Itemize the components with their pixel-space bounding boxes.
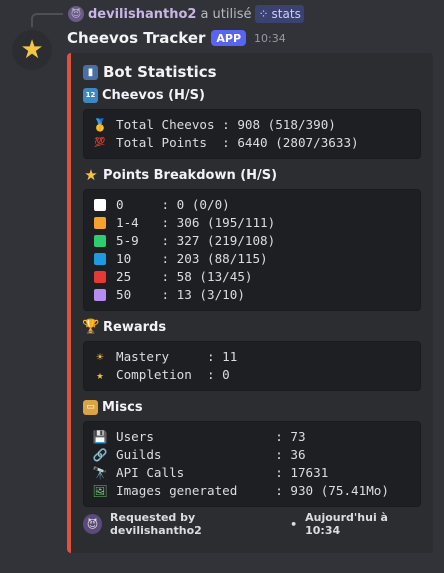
picture-icon: 🖼 xyxy=(92,484,108,498)
embed-title: ▮ Bot Statistics xyxy=(83,61,421,83)
points-row: 0 : 0 (0/0) xyxy=(92,196,412,214)
star-icon: ★ xyxy=(96,368,104,382)
cheevos-row-total: 🥇 Total Cheevos : 908 (518/390) xyxy=(92,116,412,134)
points-row: 25 : 58 (13/45) xyxy=(92,268,412,286)
reply-username[interactable]: devilishantho2 xyxy=(88,7,196,22)
points-row-text: 5-9 : 327 (219/108) xyxy=(116,233,276,248)
rewards-title-text: Rewards xyxy=(103,319,167,335)
miscs-row-users: 💾 Users : 73 xyxy=(92,428,412,446)
points-title-text: Points Breakdown (H/S) xyxy=(103,167,278,183)
purple-square-icon xyxy=(92,288,108,302)
cheevos-section-title: 12 Cheevos (H/S) xyxy=(83,85,421,105)
orange-square-icon xyxy=(92,216,108,230)
points-row: 1-4 : 306 (195/111) xyxy=(92,214,412,232)
miscs-row-text: API Calls : 17631 xyxy=(116,465,329,480)
miscs-row-api: 🔭 API Calls : 17631 xyxy=(92,464,412,482)
card-box-icon: ▭ xyxy=(83,399,98,415)
points-row-text: 1-4 : 306 (195/111) xyxy=(116,215,276,230)
points-row-text: 50 : 13 (3/10) xyxy=(116,287,245,302)
miscs-section-title: ▭ Miscs xyxy=(83,397,421,417)
rewards-row-text: Completion : 0 xyxy=(116,367,230,382)
miscs-row-text: Guilds : 36 xyxy=(116,447,306,462)
rewards-row-text: Mastery : 11 xyxy=(116,349,238,364)
white-square-icon xyxy=(92,198,108,212)
green-square-icon xyxy=(92,234,108,248)
embed-title-text: Bot Statistics xyxy=(103,63,217,81)
trophy-icon: 🏆 xyxy=(82,319,100,335)
reply-reference[interactable]: 😈 devilishantho2 a utilisé ⁘ stats xyxy=(30,4,304,24)
telescope-icon: 🔭 xyxy=(92,466,108,480)
rewards-row-mastery: ☀ Mastery : 11 xyxy=(92,348,412,366)
message-timestamp[interactable]: 10:34 xyxy=(254,32,286,45)
miscs-row-text: Images generated : 930 (75.41Mo) xyxy=(116,483,389,498)
app-badge: APP xyxy=(211,30,247,46)
miscs-row-guilds: 🔗 Guilds : 36 xyxy=(92,446,412,464)
blue-square-icon xyxy=(92,252,108,266)
cheevos-row-points: 💯 Total Points : 6440 (2807/3633) xyxy=(92,134,412,152)
bot-avatar[interactable]: ★ xyxy=(12,30,52,70)
floppy-disk-icon: 💾 xyxy=(92,430,108,444)
points-row-text: 0 : 0 (0/0) xyxy=(116,197,230,212)
hundred-icon: 💯 xyxy=(94,138,106,148)
miscs-codeblock: 💾 Users : 73 🔗 Guilds : 36 🔭 API Calls :… xyxy=(83,421,421,507)
miscs-row-text: Users : 73 xyxy=(116,429,306,444)
miscs-row-images: 🖼 Images generated : 930 (75.41Mo) xyxy=(92,482,412,500)
embed-footer: 😈 Requested by devilishantho2 • Aujourd'… xyxy=(83,511,421,537)
red-square-icon xyxy=(92,270,108,284)
footer-requested-by: Requested by devilishantho2 xyxy=(110,511,202,537)
star-icon: ★ xyxy=(84,166,98,184)
bar-chart-icon: ▮ xyxy=(83,64,98,80)
points-row: 50 : 13 (3/10) xyxy=(92,286,412,304)
sun-icon: ☀ xyxy=(96,350,104,364)
medal-icon: 🥇 xyxy=(92,118,108,132)
reply-avatar[interactable]: 😈 xyxy=(68,6,84,22)
footer-separator: • xyxy=(290,517,298,531)
slash-command-chip[interactable]: ⁘ stats xyxy=(255,5,304,23)
points-row: 5-9 : 327 (219/108) xyxy=(92,232,412,250)
cheevos-title-text: Cheevos (H/S) xyxy=(102,87,205,103)
link-icon: 🔗 xyxy=(92,448,108,462)
cheevos-row-text: Total Cheevos : 908 (518/390) xyxy=(116,117,336,132)
rewards-row-completion: ★ Completion : 0 xyxy=(92,366,412,384)
bot-name[interactable]: Cheevos Tracker xyxy=(67,29,205,47)
command-name: stats xyxy=(271,7,301,21)
cheevos-codeblock: 🥇 Total Cheevos : 908 (518/390) 💯 Total … xyxy=(83,109,421,159)
points-row-text: 10 : 203 (88/115) xyxy=(116,251,268,266)
reply-action: a utilisé xyxy=(200,6,252,22)
footer-time: Aujourd'hui à 10:34 xyxy=(305,511,388,537)
message-header: Cheevos Tracker APP 10:34 xyxy=(67,27,286,49)
points-codeblock: 0 : 0 (0/0) 1-4 : 306 (195/111) 5-9 : 32… xyxy=(83,189,421,311)
rewards-section-title: 🏆 Rewards xyxy=(82,317,421,337)
command-icon: ⁘ xyxy=(258,7,269,21)
points-row: 10 : 203 (88/115) xyxy=(92,250,412,268)
footer-avatar: 😈 xyxy=(83,514,103,534)
points-row-text: 25 : 58 (13/45) xyxy=(116,269,253,284)
rewards-codeblock: ☀ Mastery : 11 ★ Completion : 0 xyxy=(83,341,421,391)
numbers-icon: 12 xyxy=(83,87,98,103)
stats-embed: ▮ Bot Statistics 12 Cheevos (H/S) 🥇 Tota… xyxy=(67,53,433,553)
cheevos-row-text: Total Points : 6440 (2807/3633) xyxy=(116,135,359,150)
miscs-title-text: Miscs xyxy=(102,399,143,415)
points-section-title: ★ Points Breakdown (H/S) xyxy=(83,165,421,185)
